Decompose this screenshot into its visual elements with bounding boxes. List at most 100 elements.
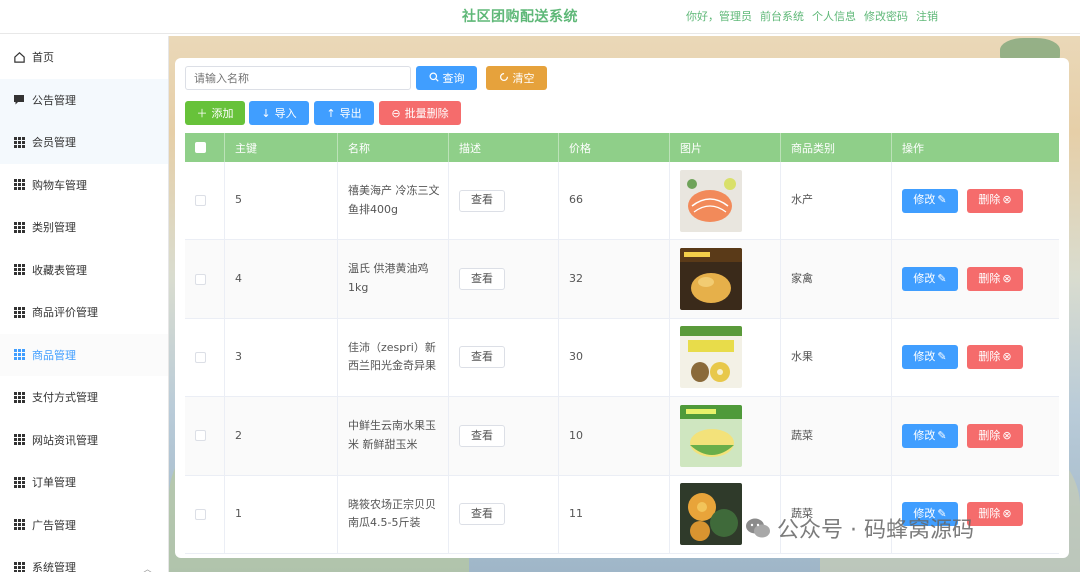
batch-delete-button[interactable]: ⊖ 批量删除 <box>379 101 461 125</box>
column-header: 商品类别 <box>781 133 892 162</box>
sidebar-item-label: 系统管理 <box>32 561 76 572</box>
sidebar-item-label: 订单管理 <box>32 476 76 490</box>
sidebar-item-members[interactable]: 会员管理 <box>0 121 168 164</box>
view-description-button[interactable]: 查看 <box>459 189 505 212</box>
grid-icon <box>12 348 26 362</box>
watermark-text: 公众号 · 码蜂窝源码 <box>777 518 974 543</box>
clear-button-label: 清空 <box>512 72 535 85</box>
query-button[interactable]: 查询 <box>416 66 477 90</box>
sidebar-item-orders[interactable]: 订单管理 <box>0 461 168 504</box>
grid-icon <box>12 263 26 277</box>
batch-delete-label: 批量删除 <box>404 107 449 120</box>
name-cell: 禧美海产 冷冻三文鱼排400g <box>338 162 449 240</box>
grid-icon <box>12 135 26 149</box>
clear-button[interactable]: 清空 <box>486 66 547 90</box>
view-description-button[interactable]: 查看 <box>459 268 505 291</box>
delete-button[interactable]: 删除 ⊗ <box>967 345 1023 370</box>
sidebar: 首页 公告管理 会员管理 购物车管理 类别管理 收藏表管理 商品评价管理 商品管… <box>0 36 169 572</box>
delete-icon: ⊗ <box>1002 271 1012 285</box>
edit-button[interactable]: 修改 ✎ <box>902 423 958 448</box>
delete-button[interactable]: 删除 ⊗ <box>967 267 1023 292</box>
row-checkbox[interactable] <box>195 430 206 442</box>
category-cell: 水产 <box>781 162 892 240</box>
name-cell: 温氏 供港黄油鸡1kg <box>338 240 449 318</box>
arrow-up-icon: ↑ <box>326 106 336 120</box>
sidebar-item-products[interactable]: 商品管理 <box>0 333 168 376</box>
circle-minus-icon: ⊖ <box>391 106 401 120</box>
sidebar-item-label: 首页 <box>32 51 54 65</box>
edit-icon: ✎ <box>937 271 947 285</box>
add-button-label: 添加 <box>211 107 234 120</box>
column-header: 名称 <box>338 133 449 162</box>
grid-icon <box>12 475 26 489</box>
sidebar-item-home[interactable]: 首页 <box>0 36 168 79</box>
sidebar-item-reviews[interactable]: 商品评价管理 <box>0 291 168 334</box>
price-cell: 11 <box>559 475 670 553</box>
sidebar-item-announcements[interactable]: 公告管理 <box>0 78 168 121</box>
view-description-button[interactable]: 查看 <box>459 503 505 526</box>
query-button-label: 查询 <box>442 72 465 85</box>
message-icon <box>12 93 26 107</box>
grid-icon <box>12 220 26 234</box>
table-header: 主键 名称 描述 价格 图片 商品类别 操作 <box>185 133 1059 162</box>
logout-link[interactable]: 注销 <box>916 8 938 24</box>
sidebar-item-categories[interactable]: 类别管理 <box>0 206 168 249</box>
sidebar-item-favorites[interactable]: 收藏表管理 <box>0 249 168 292</box>
add-button[interactable]: ＋ 添加 <box>185 101 245 125</box>
row-checkbox[interactable] <box>195 195 206 207</box>
column-header: 图片 <box>670 133 781 162</box>
edit-button[interactable]: 修改 ✎ <box>902 188 958 213</box>
sidebar-item-cart[interactable]: 购物车管理 <box>0 164 168 207</box>
view-description-button[interactable]: 查看 <box>459 346 505 369</box>
sidebar-item-label: 广告管理 <box>32 518 76 532</box>
import-button-label: 导入 <box>274 107 297 120</box>
select-all-checkbox[interactable] <box>195 142 206 153</box>
category-cell: 水果 <box>781 318 892 397</box>
edit-button[interactable]: 修改 ✎ <box>902 267 958 292</box>
export-button[interactable]: ↑ 导出 <box>314 101 374 125</box>
table-body: 5 禧美海产 冷冻三文鱼排400g 查看 66 水产 修改 ✎ 删除 ⊗ 4 温氏 … <box>185 162 1059 554</box>
view-description-button[interactable]: 查看 <box>459 424 505 447</box>
edit-button[interactable]: 修改 ✎ <box>902 345 958 370</box>
sidebar-item-ads[interactable]: 广告管理 <box>0 504 168 547</box>
sidebar-item-label: 支付方式管理 <box>32 391 98 405</box>
frontend-link[interactable]: 前台系统 <box>760 8 804 24</box>
name-cell: 中鲜生云南水果玉米 新鲜甜玉米 <box>338 397 449 475</box>
id-cell: 4 <box>225 240 338 318</box>
search-input[interactable] <box>185 66 411 90</box>
table-row: 5 禧美海产 冷冻三文鱼排400g 查看 66 水产 修改 ✎ 删除 ⊗ <box>185 162 1059 241</box>
grid-icon <box>12 433 26 447</box>
chevron-up-icon: ︿ <box>142 565 152 572</box>
delete-button[interactable]: 删除 ⊗ <box>967 188 1023 213</box>
header-links: 你好，管理员 前台系统 个人信息 修改密码 注销 <box>686 8 938 24</box>
sidebar-item-system[interactable]: 系统管理 ︿ <box>0 546 168 572</box>
row-checkbox[interactable] <box>195 273 206 285</box>
edit-icon: ✎ <box>937 428 947 442</box>
wechat-icon <box>745 517 771 539</box>
delete-button[interactable]: 删除 ⊗ <box>967 502 1023 527</box>
profile-link[interactable]: 个人信息 <box>812 8 856 24</box>
delete-icon: ⊗ <box>1002 193 1012 207</box>
product-image-corn <box>680 404 742 467</box>
row-checkbox[interactable] <box>195 508 206 520</box>
change-password-link[interactable]: 修改密码 <box>864 8 908 24</box>
select-all-cell <box>185 133 225 162</box>
sidebar-item-label: 类别管理 <box>32 221 76 235</box>
grid-icon <box>12 390 26 404</box>
delete-icon: ⊗ <box>1002 506 1012 520</box>
price-cell: 32 <box>559 240 670 318</box>
delete-button[interactable]: 删除 ⊗ <box>967 423 1023 448</box>
sidebar-item-label: 网站资讯管理 <box>32 433 98 447</box>
price-cell: 10 <box>559 397 670 475</box>
watermark: 公众号 · 码蜂窝源码 <box>745 512 974 544</box>
grid-icon <box>12 305 26 319</box>
row-checkbox[interactable] <box>195 351 206 363</box>
sidebar-item-payment[interactable]: 支付方式管理 <box>0 376 168 419</box>
import-button[interactable]: ↓ 导入 <box>249 101 309 125</box>
id-cell: 2 <box>225 397 338 475</box>
id-cell: 5 <box>225 162 338 240</box>
product-image-pumpkin <box>680 483 742 546</box>
category-cell: 家禽 <box>781 240 892 318</box>
sidebar-item-news[interactable]: 网站资讯管理 <box>0 419 168 462</box>
delete-icon: ⊗ <box>1002 428 1012 442</box>
